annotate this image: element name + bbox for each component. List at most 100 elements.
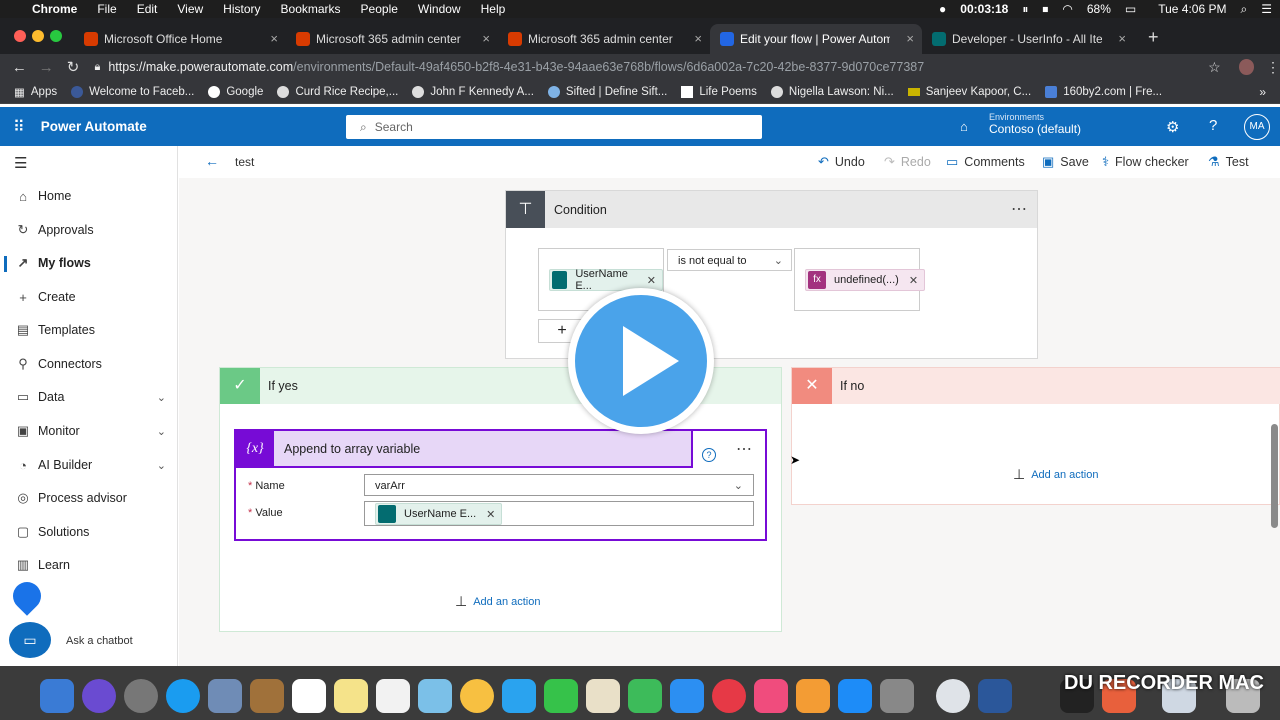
hamburger-menu-icon[interactable]: ☰ <box>14 154 27 172</box>
avatar[interactable]: MA <box>1244 114 1270 140</box>
nav-item-create[interactable]: + Create <box>0 282 178 312</box>
minimize-window-icon[interactable] <box>32 30 44 42</box>
clock[interactable]: Tue 4:06 PM <box>1158 2 1226 16</box>
app-store-icon[interactable] <box>838 679 872 713</box>
battery-icon[interactable]: ▭ <box>1125 2 1136 16</box>
system-preferences-icon[interactable] <box>880 679 914 713</box>
menu-history[interactable]: History <box>223 2 260 16</box>
stop-icon[interactable]: ⏹ <box>1042 2 1048 17</box>
safari-icon[interactable] <box>166 679 200 713</box>
nav-item-home[interactable]: ⌂ Home <box>0 181 178 211</box>
bookmark-item[interactable]: Nigella Lawson: Ni... <box>770 85 894 98</box>
more-options-icon[interactable]: ⋯ <box>1011 199 1027 219</box>
app-name[interactable]: Power Automate <box>41 119 147 134</box>
close-window-icon[interactable] <box>14 30 26 42</box>
append-array-header[interactable]: {x} Append to array variable <box>236 431 693 468</box>
operator-dropdown[interactable]: is not equal to ⌄ <box>667 249 792 271</box>
bookmark-item[interactable]: Sanjeev Kapoor, C... <box>907 86 1031 98</box>
settings-gear-icon[interactable]: ⚙ <box>1166 118 1179 136</box>
undo-button[interactable]: ↶ Undo <box>818 154 865 170</box>
nav-item-monitor[interactable]: ▣ Monitor ⌄ <box>0 416 178 446</box>
test-button[interactable]: ⚗ Test <box>1208 154 1249 170</box>
messages-icon[interactable] <box>502 679 536 713</box>
add-action-yes-button[interactable]: ⊥ Add an action <box>455 593 540 610</box>
value-input[interactable]: UserName E... ✕ <box>364 501 754 526</box>
nav-item-ai-builder[interactable]: ◔ AI Builder ⌄ <box>0 450 178 480</box>
new-tab-icon[interactable]: + <box>1148 27 1159 48</box>
canvas-scrollbar[interactable] <box>1271 424 1278 528</box>
app-launcher-icon[interactable]: ⠿ <box>13 117 25 137</box>
menu-view[interactable]: View <box>177 2 203 16</box>
more-options-icon[interactable]: ⋯ <box>736 439 752 459</box>
numbers-icon[interactable] <box>628 679 662 713</box>
redo-button[interactable]: ↷ Redo <box>884 154 931 170</box>
books-icon[interactable] <box>796 679 830 713</box>
condition-header[interactable]: ⊤ Condition ⋯ <box>506 191 1037 228</box>
browser-tab[interactable]: Developer - UserInfo - All Item × <box>922 24 1134 54</box>
bookmark-star-icon[interactable]: ☆ <box>1208 59 1221 76</box>
notes-book-icon[interactable] <box>250 679 284 713</box>
heart-shape-icon[interactable] <box>7 576 47 616</box>
control-center-icon[interactable]: ☰ <box>1261 2 1272 16</box>
nav-item-my-flows[interactable]: ↗ My flows <box>0 248 178 278</box>
pages-icon[interactable] <box>586 679 620 713</box>
menu-bookmarks[interactable]: Bookmarks <box>281 2 341 16</box>
video-play-button[interactable] <box>568 288 714 434</box>
back-icon[interactable]: ← <box>6 59 33 76</box>
news-icon[interactable] <box>712 679 746 713</box>
back-arrow-icon[interactable]: ← <box>205 153 219 169</box>
bookmarks-overflow-icon[interactable]: » <box>1259 85 1266 99</box>
menu-file[interactable]: File <box>97 2 116 16</box>
bookmark-item[interactable]: Sifted | Define Sift... <box>547 85 667 98</box>
bookmark-item[interactable]: John F Kennedy A... <box>412 85 534 98</box>
siri-icon[interactable] <box>82 679 116 713</box>
recorder-icon[interactable]: ● <box>939 2 946 16</box>
save-button[interactable]: ▣ Save <box>1042 154 1089 170</box>
browser-tab-active[interactable]: Edit your flow | Power Automat × <box>710 24 922 54</box>
word-icon[interactable] <box>978 679 1012 713</box>
keynote-icon[interactable] <box>670 679 704 713</box>
help-icon[interactable]: ? <box>702 448 716 462</box>
reload-icon[interactable]: ↻ <box>60 58 87 76</box>
close-tab-icon[interactable]: × <box>694 31 702 46</box>
bookmark-item[interactable]: Life Poems <box>681 85 757 98</box>
add-action-no-button[interactable]: ⊥ Add an action <box>1013 466 1098 483</box>
remove-token-icon[interactable]: ✕ <box>909 274 918 287</box>
chevron-down-icon[interactable]: ⌄ <box>157 425 166 438</box>
launchpad-icon[interactable] <box>124 679 158 713</box>
menu-help[interactable]: Help <box>481 2 506 16</box>
bookmark-item[interactable]: Curd Rice Recipe,... <box>277 85 398 98</box>
comments-button[interactable]: ▭ Comments <box>946 154 1025 170</box>
address-bar[interactable]: 🔒︎ https://make.powerautomate.com/enviro… <box>94 56 1158 78</box>
calendar-icon[interactable] <box>292 679 326 713</box>
menu-edit[interactable]: Edit <box>137 2 158 16</box>
facetime-icon[interactable] <box>544 679 578 713</box>
browser-tab[interactable]: Microsoft 365 admin center × <box>498 24 710 54</box>
nav-item-approvals[interactable]: ↻ Approvals <box>0 215 178 245</box>
chevron-down-icon[interactable]: ⌄ <box>157 391 166 404</box>
browser-tab[interactable]: Microsoft 365 admin center × <box>286 24 498 54</box>
bookmark-apps[interactable]: ▦ Apps <box>14 85 57 99</box>
bookmark-item[interactable]: Google <box>208 85 263 98</box>
nav-item-connectors[interactable]: ⚲ Connectors <box>0 349 178 379</box>
close-tab-icon[interactable]: × <box>1118 31 1126 46</box>
wifi-icon[interactable]: ◠ <box>1062 2 1072 16</box>
nav-item-process-advisor[interactable]: ◎ Process advisor <box>0 483 178 513</box>
bookmark-item[interactable]: 160by2.com | Fre... <box>1045 85 1162 98</box>
nav-item-learn[interactable]: ▥ Learn <box>0 550 178 580</box>
music-icon[interactable] <box>754 679 788 713</box>
menu-people[interactable]: People <box>361 2 398 16</box>
condition-right-operand[interactable]: fx undefined(...) ✕ <box>794 248 926 311</box>
close-tab-icon[interactable]: × <box>906 31 914 46</box>
profile-avatar[interactable] <box>1238 59 1254 75</box>
if-no-header[interactable]: ✕ If no <box>792 368 1280 404</box>
photos-icon[interactable] <box>460 679 494 713</box>
search-input[interactable]: ⌕ Search <box>346 115 762 139</box>
variable-name-dropdown[interactable]: varArr ⌄ <box>364 474 754 496</box>
pause-icon[interactable]: ⏸ <box>1022 2 1028 17</box>
zoom-window-icon[interactable] <box>50 30 62 42</box>
close-tab-icon[interactable]: × <box>270 31 278 46</box>
help-icon[interactable]: ? <box>1209 117 1217 134</box>
chatbot-label[interactable]: Ask a chatbot <box>66 635 133 647</box>
forward-icon[interactable]: → <box>33 59 60 76</box>
